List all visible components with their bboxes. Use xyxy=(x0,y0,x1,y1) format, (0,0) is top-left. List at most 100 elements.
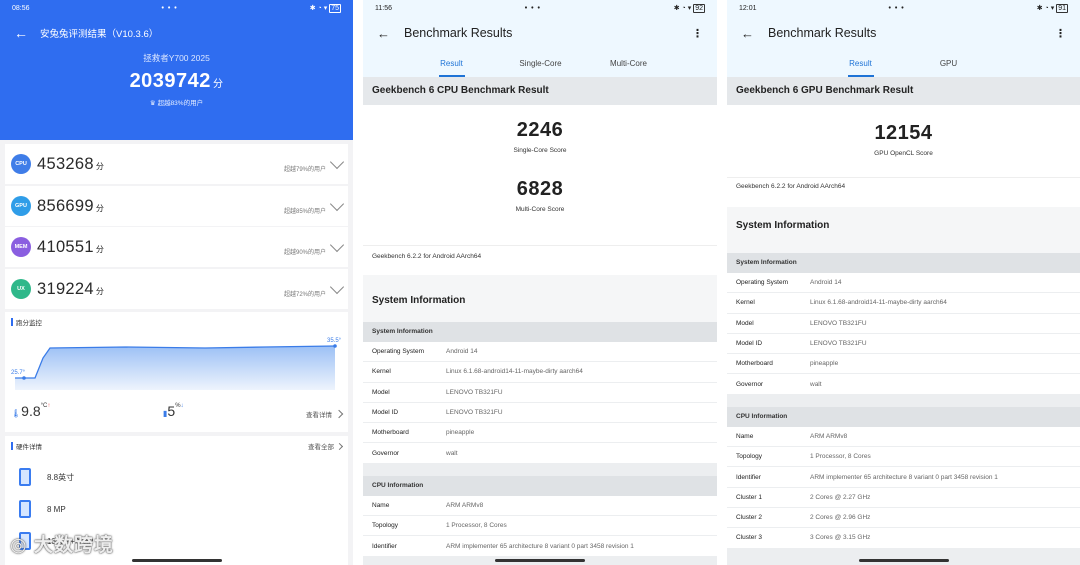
result-header: Geekbench 6 CPU Benchmark Result xyxy=(363,77,717,105)
chevron-down-icon[interactable] xyxy=(329,154,345,170)
monitor-card: 跑分监控 25.7° 35.5° 🌡9.8°C↑ ▮5%↓ 查看详情 xyxy=(5,312,348,432)
back-arrow-icon[interactable]: ← xyxy=(377,26,390,41)
score-row-gpu[interactable]: GPU 856699 分超越85%的用户 xyxy=(5,186,348,226)
info-value: ARM ARMv8 xyxy=(810,432,848,440)
info-row: Topology 1 Processor, 8 Cores xyxy=(727,447,1080,468)
info-row: Governor walt xyxy=(363,443,717,464)
info-value: Android 14 xyxy=(810,279,842,287)
status-time: 08:56 xyxy=(12,4,30,12)
info-key: Operating System xyxy=(736,279,789,287)
info-row: Identifier ARM implementer 65 architectur… xyxy=(363,536,717,557)
system-info-title: System Information xyxy=(363,275,717,322)
cpu-badge-icon: CPU xyxy=(11,154,31,174)
info-value: pineapple xyxy=(810,360,839,368)
info-value: LENOVO TB321FU xyxy=(810,340,867,348)
page-title: Benchmark Results xyxy=(404,26,513,40)
status-dots-icon: • • • xyxy=(524,4,541,12)
chevron-down-icon[interactable] xyxy=(329,279,345,295)
tab-single-core[interactable]: Single-Core xyxy=(503,50,578,77)
back-arrow-icon[interactable]: ← xyxy=(14,25,28,41)
score-section: 2246 Single-Core Score 6828 Multi-Core S… xyxy=(363,105,717,245)
info-key: Model ID xyxy=(372,409,399,417)
status-bar: 12:01 • • • ✱ ◔ ▾ 91 xyxy=(727,0,1080,16)
score-percentile: 超越72%的用户 xyxy=(283,291,326,298)
version-text: Geekbench 6.2.2 for Android AArch64 xyxy=(363,245,717,275)
info-value: 2 Cores @ 2.96 GHz xyxy=(810,514,871,522)
home-indicator[interactable] xyxy=(131,559,222,562)
score-row-mem[interactable]: MEM 410551 分超越90%的用户 xyxy=(5,227,348,267)
info-value: 1 Processor, 8 Cores xyxy=(810,453,871,461)
chevron-down-icon[interactable] xyxy=(329,196,345,212)
more-options-icon[interactable]: ⋮ xyxy=(1055,27,1066,40)
info-row: Topology 1 Processor, 8 Cores xyxy=(363,516,717,537)
home-indicator[interactable] xyxy=(858,559,949,562)
score-unit: 分 xyxy=(212,79,224,90)
cpu-info-subheader: CPU Information xyxy=(727,406,1080,427)
ux-badge-icon: UX xyxy=(11,279,31,299)
score-value: 453268 分 xyxy=(37,154,105,173)
temp-rise-unit: °C↑ xyxy=(40,403,51,409)
info-key: Operating System xyxy=(372,348,425,356)
mem-badge-icon: MEM xyxy=(11,237,31,257)
more-options-icon[interactable]: ⋮ xyxy=(692,27,703,40)
info-value: 1 Processor, 8 Cores xyxy=(446,522,507,530)
info-value: 3 Cores @ 3.15 GHz xyxy=(810,534,871,542)
page-title: Benchmark Results xyxy=(768,26,877,40)
nav-bar: ← Benchmark Results ⋮ xyxy=(363,16,717,50)
info-key: Governor xyxy=(736,380,764,388)
info-key: Kernel xyxy=(372,368,391,376)
score-row-cpu[interactable]: CPU 453268 分超越79%的用户 xyxy=(5,144,348,184)
tab-result[interactable]: Result xyxy=(823,50,898,77)
info-row: Motherboard pineapple xyxy=(363,423,717,444)
tab-gpu[interactable]: GPU xyxy=(911,50,986,77)
info-key: Name xyxy=(736,432,754,440)
score-value: 319224 分 xyxy=(37,279,105,298)
info-key: Model xyxy=(736,319,754,327)
multi-core-label: Multi-Core Score xyxy=(515,206,565,213)
info-key: Governor xyxy=(372,449,400,457)
info-key: Cluster 1 xyxy=(736,493,763,501)
beat-label: 超越83%的用户 xyxy=(157,100,204,107)
temp-rise-stat: 🌡9.8°C↑ xyxy=(11,403,50,419)
info-key: Cluster 2 xyxy=(736,514,763,522)
info-value: LENOVO TB321FU xyxy=(446,388,503,396)
system-info-subheader: System Information xyxy=(363,322,717,342)
watermark: ◎ 大数跨境 xyxy=(10,535,114,556)
gpu-badge-icon: GPU xyxy=(11,196,31,216)
status-icons: ✱ ◔ ▾ 75 xyxy=(309,4,341,13)
back-arrow-icon[interactable]: ← xyxy=(741,26,754,41)
system-info-title: System Information xyxy=(727,207,1080,253)
info-key: Model xyxy=(372,388,390,396)
score-value: 410551 分 xyxy=(37,237,105,256)
info-row: Cluster 1 2 Cores @ 2.27 GHz xyxy=(727,487,1080,508)
info-key: Topology xyxy=(372,522,399,530)
chevron-right-icon xyxy=(334,409,344,419)
score-percentile: 超越90%的用户 xyxy=(283,249,326,256)
temperature-area xyxy=(15,346,335,390)
view-detail-link[interactable]: 查看详情 xyxy=(306,409,344,419)
info-value: Android 14 xyxy=(446,348,478,356)
info-row: Cluster 2 2 Cores @ 2.96 GHz xyxy=(727,507,1080,529)
battery-drop-stat: ▮5%↓ xyxy=(163,403,184,419)
camera-icon xyxy=(19,500,31,518)
app-header: 11:56 • • • ✱ ◔ ▾ 92 ← Benchmark Results… xyxy=(363,0,717,77)
temp-end-dot xyxy=(333,344,337,348)
monitor-header: 跑分监控 xyxy=(5,312,348,327)
view-all-link[interactable]: 查看全部 xyxy=(308,441,344,451)
info-row: Model ID LENOVO TB321FU xyxy=(363,402,717,424)
info-row: Governor walt xyxy=(727,374,1080,395)
info-value: ARM implementer 65 architecture 8 varian… xyxy=(446,542,634,550)
chevron-down-icon[interactable] xyxy=(329,237,345,253)
info-key: Cluster 3 xyxy=(736,534,763,542)
home-indicator[interactable] xyxy=(495,559,585,562)
score-row-ux[interactable]: UX 319224 分超越72%的用户 xyxy=(5,269,348,309)
info-value: ARM implementer 65 architecture 8 varian… xyxy=(810,473,998,481)
status-icons: ✱ ◔ ▾ 92 xyxy=(673,4,705,13)
geekbench-cpu-screen: 11:56 • • • ✱ ◔ ▾ 92 ← Benchmark Results… xyxy=(363,0,717,565)
tab-multi-core[interactable]: Multi-Core xyxy=(591,50,666,77)
info-row: Kernel Linux 6.1.68-android14-11-maybe-di… xyxy=(363,362,717,383)
tablet-icon xyxy=(19,468,31,486)
info-key: Topology xyxy=(736,453,763,461)
info-row: Identifier ARM implementer 65 architectur… xyxy=(727,467,1080,488)
info-key: Motherboard xyxy=(736,360,773,368)
